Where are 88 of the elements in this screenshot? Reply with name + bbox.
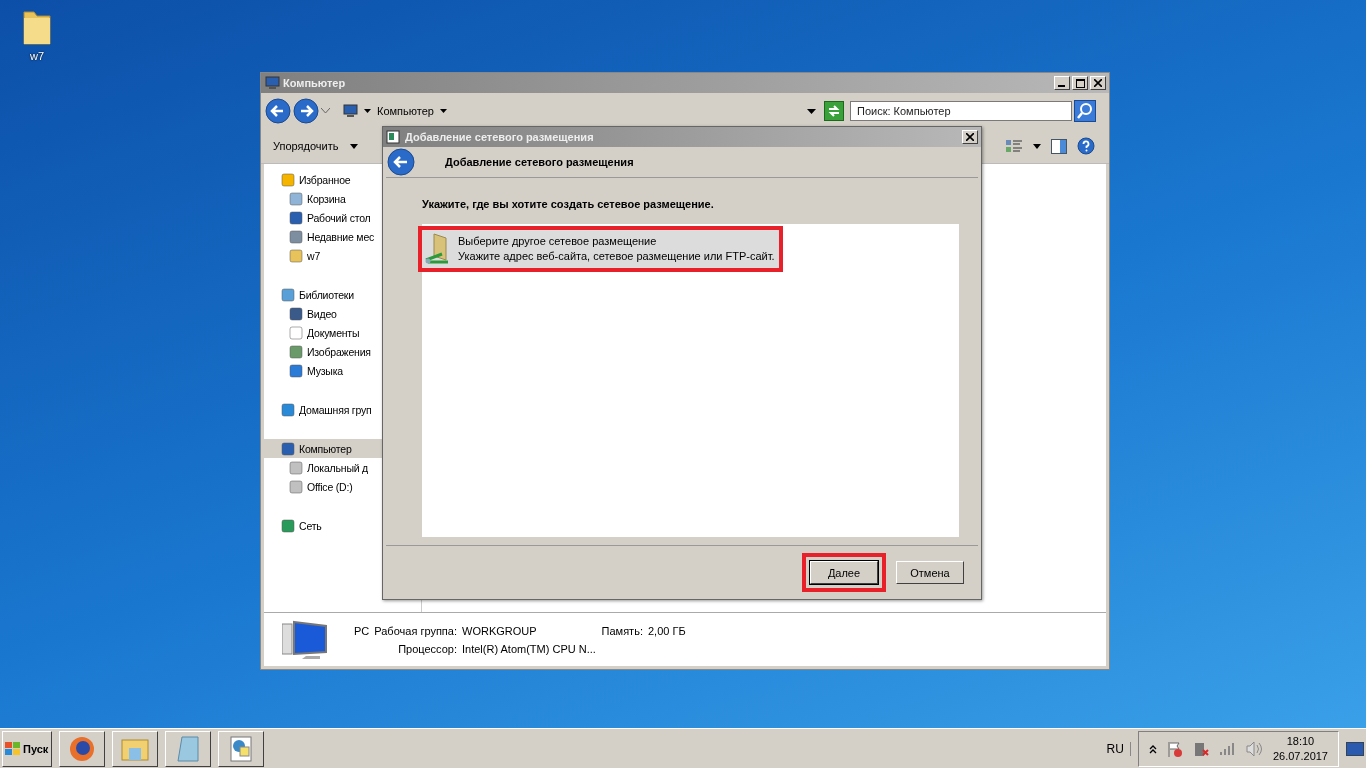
prompt-text: Укажите, где вы хотите создать сетевое размещение. xyxy=(422,198,715,210)
flag-error-icon[interactable] xyxy=(1166,740,1183,757)
organize-menu[interactable]: Упорядочить xyxy=(271,138,341,154)
speaker-icon[interactable] xyxy=(1244,740,1263,757)
nav-item[interactable]: Локальный д xyxy=(264,458,421,477)
caret-icon[interactable] xyxy=(364,109,371,113)
network-document-icon xyxy=(228,734,254,763)
language-indicator[interactable]: RU xyxy=(1106,741,1131,756)
nav-icon xyxy=(288,228,304,245)
notepad-icon xyxy=(174,734,202,763)
nav-icon xyxy=(288,362,304,379)
window-title: Компьютер xyxy=(283,77,346,89)
maximize-icon xyxy=(1075,78,1085,88)
nav-item[interactable]: Рабочий стол xyxy=(264,208,421,227)
nav-icon xyxy=(288,343,304,360)
help-icon[interactable] xyxy=(1077,137,1095,155)
windows-logo-icon xyxy=(5,741,21,756)
notepad-taskbar-button[interactable] xyxy=(165,730,211,767)
nav-icon xyxy=(288,305,304,322)
nav-item[interactable]: Видео xyxy=(264,304,421,323)
window-title: Добавление сетевого размещения xyxy=(405,131,594,143)
computer-icon xyxy=(264,76,280,90)
caret-icon[interactable] xyxy=(350,143,359,149)
back-icon[interactable] xyxy=(265,98,291,124)
power-error-icon[interactable] xyxy=(1192,740,1209,757)
caret-icon[interactable] xyxy=(439,109,447,113)
close-icon xyxy=(966,133,974,141)
nav-item[interactable]: Недавние мес xyxy=(264,227,421,246)
nav-icon xyxy=(288,247,304,264)
option-description: Укажите адрес веб-сайта, сетевое размещение или FTP-сайт. xyxy=(458,249,775,264)
view-options-icon[interactable] xyxy=(1005,138,1023,154)
preview-pane-icon[interactable] xyxy=(1051,138,1067,154)
computer-name: PC xyxy=(354,624,370,637)
search-icon[interactable] xyxy=(1074,100,1096,122)
network-place-icon xyxy=(386,130,402,144)
start-button[interactable]: Пуск xyxy=(2,730,52,767)
minimize-button[interactable] xyxy=(1054,76,1070,90)
maximize-button[interactable] xyxy=(1072,76,1088,90)
refresh-icon[interactable] xyxy=(824,101,844,121)
forward-icon[interactable] xyxy=(293,98,319,124)
computer-icon xyxy=(282,619,328,660)
show-desktop-icon[interactable] xyxy=(1346,741,1364,756)
clock[interactable]: 18:10 26.07.2017 xyxy=(1272,733,1328,764)
nav-icon xyxy=(280,440,296,457)
close-button[interactable] xyxy=(1090,76,1106,90)
nav-icon xyxy=(280,171,296,188)
nav-item[interactable]: Домашняя груп xyxy=(264,400,421,419)
nav-icon xyxy=(288,478,304,495)
back-icon[interactable] xyxy=(387,148,415,176)
dialog-button[interactable]: Далее xyxy=(810,561,878,584)
close-button[interactable] xyxy=(962,130,978,144)
caret-icon[interactable] xyxy=(1033,143,1041,149)
location-option[interactable]: Выберите другое сетевое размещение Укажите адрес веб-сайта, сетевое размещение или FTP-сайт. xyxy=(422,230,779,268)
field-label: Процессор: xyxy=(397,642,457,655)
network-app-taskbar-button[interactable] xyxy=(218,730,264,767)
nav-item[interactable]: Музыка xyxy=(264,361,421,380)
field-value: 2,00 ГБ xyxy=(647,624,686,637)
nav-icon xyxy=(280,517,296,534)
breadcrumb[interactable]: Компьютер xyxy=(377,105,434,117)
dialog-button[interactable]: Отмена xyxy=(896,561,964,584)
folder-taskbar-button[interactable] xyxy=(112,730,158,767)
globe-icon xyxy=(68,734,96,763)
nav-item[interactable]: Корзина xyxy=(264,189,421,208)
field-label: Рабочая группа: xyxy=(374,624,457,637)
nav-item[interactable]: Office (D:) xyxy=(264,477,421,496)
nav-icon xyxy=(280,286,296,303)
nav-item[interactable]: Библиотеки xyxy=(264,285,421,304)
field-value: Intel(R) Atom(TM) CPU N... xyxy=(462,642,597,655)
nav-item[interactable]: Документы xyxy=(264,323,421,342)
computer-icon xyxy=(342,104,358,118)
option-title: Выберите другое сетевое размещение xyxy=(458,234,658,249)
search-field[interactable]: Поиск: Компьютер xyxy=(850,101,1072,121)
nav-icon xyxy=(288,190,304,207)
nav-icon xyxy=(288,324,304,341)
nav-item[interactable]: Сеть xyxy=(264,516,421,535)
dropdown-icon[interactable] xyxy=(807,108,816,114)
field-label: Память: xyxy=(601,624,643,637)
close-icon xyxy=(1094,79,1102,87)
nav-icon xyxy=(288,459,304,476)
nav-icon xyxy=(280,401,296,418)
nav-item[interactable]: Избранное xyxy=(264,170,421,189)
nav-item[interactable]: w7 xyxy=(264,246,421,265)
nav-item[interactable]: Изображения xyxy=(264,342,421,361)
field-value: WORKGROUP xyxy=(462,624,537,637)
nav-icon xyxy=(288,209,304,226)
desktop-icon-label[interactable]: w7 xyxy=(29,50,45,62)
wizard-heading: Добавление сетевого размещения xyxy=(445,156,634,168)
chevron-up-icon[interactable] xyxy=(1148,743,1157,754)
